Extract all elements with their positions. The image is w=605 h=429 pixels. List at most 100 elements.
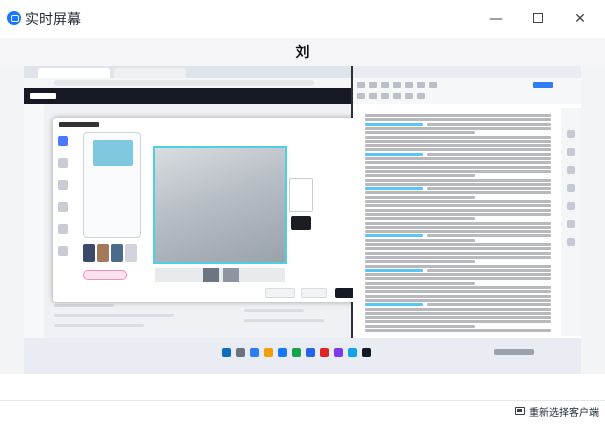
live-screen-window: 实时屏幕 — ✕ 刘 重新选择客户端 bbox=[0, 0, 605, 429]
remote-doc-line bbox=[365, 307, 551, 311]
remote-task-icon bbox=[292, 348, 301, 357]
monitor-logo-icon bbox=[7, 11, 21, 25]
remote-nav-icon bbox=[58, 224, 68, 234]
remote-modal-title bbox=[59, 122, 99, 127]
remote-doc-line bbox=[365, 251, 551, 255]
remote-doc-line bbox=[365, 182, 551, 186]
remote-doc-line bbox=[365, 324, 475, 328]
remote-nav-icon bbox=[58, 202, 68, 212]
remote-doc-line bbox=[365, 135, 551, 139]
remote-doc-line bbox=[365, 122, 423, 126]
remote-doc-line bbox=[365, 273, 551, 277]
remote-doc-line bbox=[365, 268, 423, 272]
remote-doc-line bbox=[365, 157, 551, 160]
remote-reset-button bbox=[265, 288, 295, 298]
remote-doc-line bbox=[365, 329, 551, 332]
remote-tab bbox=[38, 68, 110, 78]
remote-doc-line bbox=[365, 311, 551, 315]
remote-doc-line bbox=[365, 303, 423, 307]
remote-doc-line bbox=[365, 126, 551, 130]
remote-doc-line bbox=[365, 286, 551, 289]
remote-doc-tabs bbox=[353, 66, 581, 78]
remote-nav-icon bbox=[58, 180, 68, 190]
monitor-icon bbox=[515, 407, 525, 415]
title-bar: 实时屏幕 — ✕ bbox=[0, 0, 605, 38]
remote-task-icon bbox=[306, 348, 315, 357]
remote-cover-thumbnail bbox=[93, 140, 133, 166]
footer-divider bbox=[0, 400, 605, 401]
remote-doc-line bbox=[365, 114, 551, 117]
remote-taskbar bbox=[24, 338, 581, 374]
remote-task-icon bbox=[278, 348, 287, 357]
window-title: 实时屏幕 bbox=[25, 12, 81, 28]
remote-doc-line bbox=[427, 234, 551, 238]
remote-cover-modal: ✕ bbox=[53, 118, 373, 302]
shared-screen-view[interactable]: ✕ bbox=[24, 66, 581, 374]
remote-nav-icon bbox=[58, 246, 68, 256]
remote-site-header bbox=[24, 88, 351, 104]
remote-doc-line bbox=[365, 264, 551, 268]
remote-browser-window: ✕ bbox=[24, 66, 373, 338]
remote-doc-page bbox=[361, 108, 557, 336]
remote-task-icon bbox=[334, 348, 343, 357]
remote-task-icon bbox=[348, 348, 357, 357]
remote-strip-frame bbox=[223, 268, 239, 282]
remote-template-row bbox=[83, 244, 147, 264]
remote-tray bbox=[494, 349, 534, 355]
remote-doc-line bbox=[427, 268, 551, 272]
remote-side-box bbox=[289, 178, 313, 212]
remote-tab bbox=[114, 68, 186, 78]
user-name-bar: 刘 bbox=[0, 38, 605, 66]
remote-doc-line bbox=[365, 217, 475, 221]
remote-doc-line bbox=[365, 195, 475, 199]
remote-site-logo bbox=[30, 93, 56, 99]
remote-browser-tabs bbox=[24, 66, 351, 78]
minimize-button[interactable]: — bbox=[482, 6, 510, 32]
remote-task-icon bbox=[250, 348, 259, 357]
remote-doc-line bbox=[365, 243, 551, 246]
remote-doc-line bbox=[365, 212, 551, 216]
remote-frame-strip bbox=[155, 268, 285, 282]
remote-doc-line bbox=[365, 255, 551, 259]
remote-doc-line bbox=[365, 131, 475, 135]
remote-doc-line bbox=[427, 187, 551, 191]
remote-doc-line bbox=[427, 152, 551, 156]
remote-doc-line bbox=[365, 178, 551, 182]
remote-cancel-button bbox=[301, 288, 327, 298]
remote-task-icon bbox=[320, 348, 329, 357]
remote-doc-line bbox=[365, 169, 551, 173]
remote-doc-line bbox=[365, 118, 551, 122]
remote-address-bar bbox=[24, 78, 351, 88]
remote-doc-line bbox=[365, 230, 551, 234]
remote-doc-line bbox=[365, 191, 551, 195]
remote-doc-line bbox=[365, 187, 423, 191]
remote-doc-side-panel bbox=[561, 108, 581, 336]
remote-doc-line bbox=[365, 320, 551, 324]
close-button[interactable]: ✕ bbox=[566, 6, 594, 32]
remote-doc-line bbox=[365, 260, 475, 264]
remote-doc-line bbox=[365, 148, 551, 152]
remote-doc-line bbox=[365, 281, 475, 285]
remote-doc-line bbox=[365, 208, 551, 212]
remote-doc-line bbox=[365, 225, 551, 229]
remote-doc-line bbox=[365, 161, 551, 165]
remote-doc-line bbox=[365, 290, 551, 294]
remote-doc-line bbox=[365, 221, 551, 225]
maximize-button[interactable] bbox=[524, 6, 552, 32]
remote-doc-line bbox=[365, 316, 551, 320]
remote-doc-line bbox=[427, 303, 551, 307]
remote-doc-line bbox=[365, 174, 475, 178]
remote-start-icon bbox=[222, 348, 231, 357]
remote-doc-line bbox=[427, 122, 551, 126]
remote-modal-nav bbox=[53, 132, 73, 282]
reselect-client-button[interactable]: 重新选择客户端 bbox=[515, 402, 599, 420]
maximize-icon bbox=[533, 13, 543, 23]
remote-doc-line bbox=[365, 277, 551, 281]
remote-doc-line bbox=[365, 139, 551, 143]
remote-nav-icon bbox=[58, 136, 68, 146]
remote-crop-frame bbox=[153, 146, 287, 264]
remote-doc-toolbar bbox=[353, 78, 581, 104]
remote-doc-line bbox=[365, 238, 475, 242]
footer-bar: 重新选择客户端 bbox=[0, 374, 605, 429]
remote-strip-frame bbox=[203, 268, 219, 282]
